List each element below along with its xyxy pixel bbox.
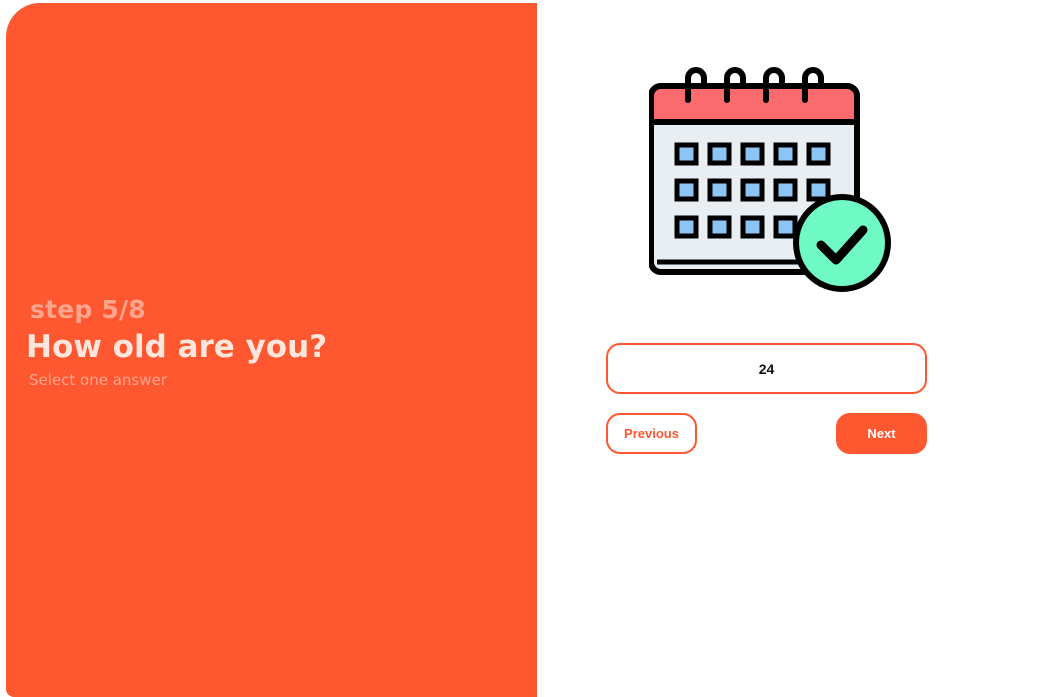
previous-button[interactable]: Previous [606, 413, 697, 454]
calendar-check-icon [649, 67, 891, 292]
age-input[interactable] [606, 343, 927, 394]
next-button[interactable]: Next [836, 413, 927, 454]
answer-panel: Previous Next [537, 0, 1046, 697]
question-panel: step 5/8 How old are you? Select one ans… [6, 3, 537, 697]
question-title: How old are you? [26, 329, 328, 365]
step-indicator: step 5/8 [30, 295, 146, 324]
age-step-page: step 5/8 How old are you? Select one ans… [0, 0, 1046, 697]
question-hint: Select one answer [29, 371, 167, 389]
